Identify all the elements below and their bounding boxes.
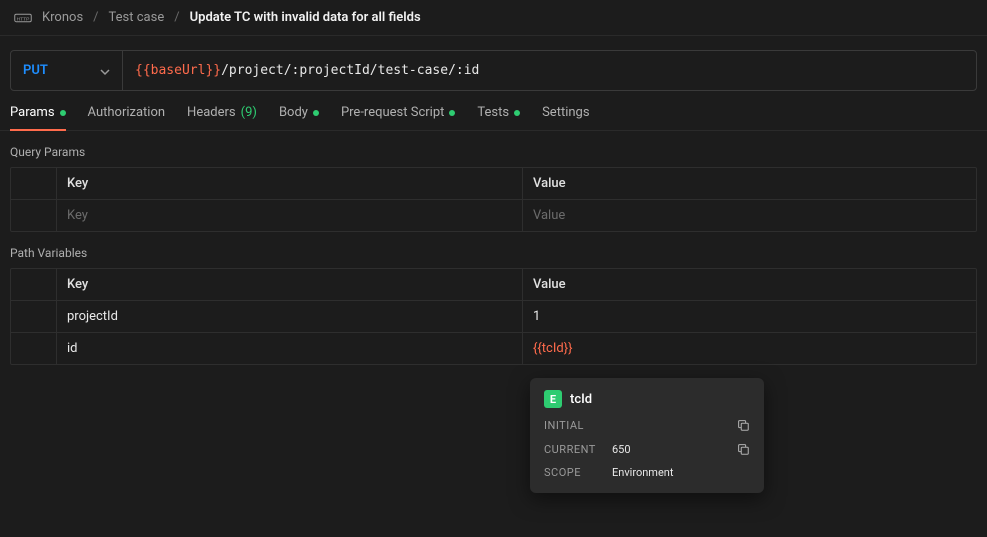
- tooltip-current-label: CURRENT: [544, 443, 602, 456]
- tooltip-row-scope: SCOPE Environment: [544, 466, 750, 479]
- path-variables-table: Key Value projectId 1 id {{tcId}}: [10, 268, 977, 365]
- chevron-down-icon: [100, 66, 110, 76]
- tooltip-row-current: CURRENT 650: [544, 442, 750, 456]
- request-url-input[interactable]: {{baseUrl}}/project/:projectId/test-case…: [123, 51, 976, 90]
- http-method-select[interactable]: PUT: [11, 51, 123, 90]
- tooltip-variable-name: tcId: [570, 392, 592, 407]
- breadcrumb-request-name[interactable]: Update TC with invalid data for all fiel…: [190, 10, 421, 25]
- path-var-value-input[interactable]: {{tcId}}: [523, 333, 976, 364]
- breadcrumb-folder[interactable]: Test case: [109, 10, 165, 25]
- active-dot-icon: [60, 110, 66, 116]
- row-checkbox-cell[interactable]: [11, 200, 57, 231]
- table-header-key: Key: [57, 168, 523, 199]
- url-path: /project/:projectId/test-case/:id: [221, 63, 479, 78]
- path-var-key-input[interactable]: projectId: [57, 301, 523, 332]
- query-params-table: Key Value Key Value: [10, 167, 977, 232]
- tab-label: Authorization: [88, 105, 166, 120]
- active-dot-icon: [514, 110, 520, 116]
- table-header-key: Key: [57, 269, 523, 300]
- query-key-input[interactable]: Key: [57, 200, 523, 231]
- table-header-row: Key Value: [11, 269, 976, 300]
- tab-label: Body: [279, 105, 308, 120]
- breadcrumb-separator-icon: /: [93, 10, 98, 25]
- table-row: Key Value: [11, 199, 976, 231]
- tab-params[interactable]: Params: [10, 105, 66, 130]
- active-dot-icon: [449, 110, 455, 116]
- breadcrumb-separator-icon: /: [174, 10, 179, 25]
- breadcrumb: HTTP Kronos / Test case / Update TC with…: [0, 0, 987, 36]
- copy-icon[interactable]: [736, 442, 750, 456]
- tab-authorization[interactable]: Authorization: [88, 105, 166, 130]
- request-url-bar: PUT {{baseUrl}}/project/:projectId/test-…: [10, 50, 977, 91]
- env-badge-icon: E: [544, 390, 562, 408]
- tooltip-header: E tcId: [544, 390, 750, 408]
- table-header-row: Key Value: [11, 168, 976, 199]
- tooltip-initial-label: INITIAL: [544, 419, 602, 432]
- row-checkbox-cell[interactable]: [11, 333, 57, 364]
- tab-body[interactable]: Body: [279, 105, 319, 130]
- svg-text:HTTP: HTTP: [17, 16, 30, 22]
- copy-icon[interactable]: [736, 418, 750, 432]
- http-icon: HTTP: [14, 11, 32, 25]
- tab-label: Params: [10, 105, 55, 120]
- tab-tests[interactable]: Tests: [477, 105, 520, 130]
- tooltip-current-value: 650: [612, 443, 631, 456]
- tab-headers[interactable]: Headers (9): [187, 105, 257, 130]
- tab-settings[interactable]: Settings: [542, 105, 589, 130]
- tooltip-scope-value: Environment: [612, 466, 673, 479]
- active-dot-icon: [313, 110, 319, 116]
- section-title-path-variables: Path Variables: [0, 232, 987, 268]
- table-header-checkbox: [11, 168, 57, 199]
- tab-label: Settings: [542, 105, 589, 120]
- table-header-checkbox: [11, 269, 57, 300]
- tab-label: Pre-request Script: [341, 105, 444, 120]
- tooltip-row-initial: INITIAL: [544, 418, 750, 432]
- tab-prerequest-script[interactable]: Pre-request Script: [341, 105, 455, 130]
- table-header-value: Value: [523, 269, 976, 300]
- query-value-input[interactable]: Value: [523, 200, 976, 231]
- headers-count: (9): [241, 105, 257, 120]
- row-checkbox-cell[interactable]: [11, 301, 57, 332]
- http-method-label: PUT: [23, 63, 48, 78]
- tab-label: Headers: [187, 105, 236, 120]
- tab-label: Tests: [477, 105, 509, 120]
- variable-tooltip: E tcId INITIAL CURRENT 650 SCOPE Environ…: [530, 378, 764, 493]
- breadcrumb-workspace[interactable]: Kronos: [42, 10, 83, 25]
- request-tabs: Params Authorization Headers (9) Body Pr…: [0, 91, 987, 131]
- path-var-value-input[interactable]: 1: [523, 301, 976, 332]
- table-row: id {{tcId}}: [11, 332, 976, 364]
- section-title-query-params: Query Params: [0, 131, 987, 167]
- path-var-key-input[interactable]: id: [57, 333, 523, 364]
- table-header-value: Value: [523, 168, 976, 199]
- url-variable: {{baseUrl}}: [135, 63, 221, 78]
- table-row: projectId 1: [11, 300, 976, 332]
- tooltip-scope-label: SCOPE: [544, 466, 602, 479]
